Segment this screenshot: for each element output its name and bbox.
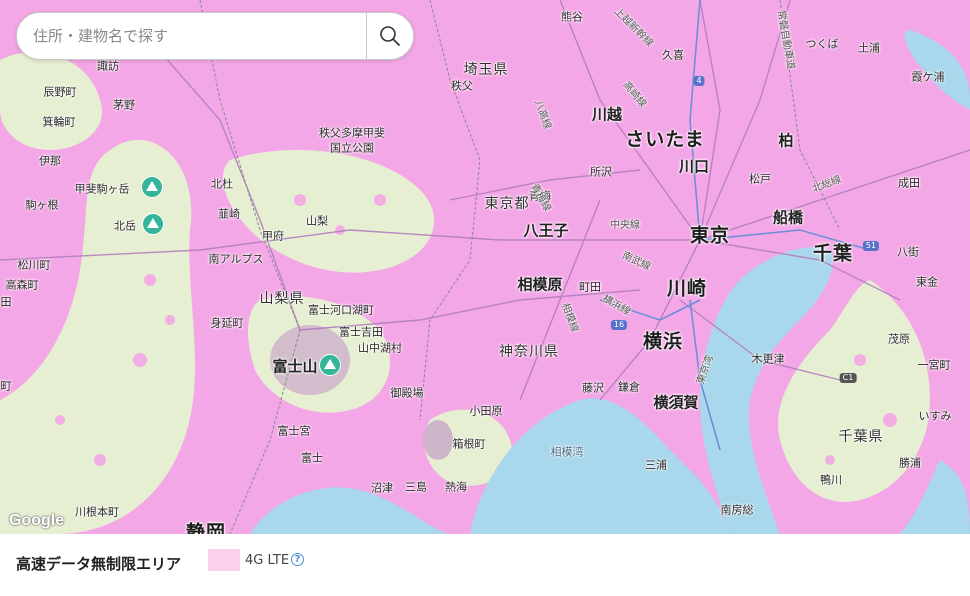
map-label-kitadake: 北岳 — [114, 219, 136, 233]
map-base — [0, 0, 970, 534]
map-label-sagamihara: 相模原 — [517, 275, 563, 294]
map-label-takamori: 高森町 — [5, 278, 39, 292]
map-label-kaikomagatake: 甲斐駒ヶ岳 — [74, 182, 130, 196]
map-label-fuji: 富士 — [301, 451, 323, 465]
map-label-nirasaki: 韮崎 — [218, 207, 240, 221]
route-shield-51: 51 — [862, 241, 880, 251]
map-label-funabashi: 船橋 — [772, 208, 804, 227]
map-label-suwa: 諏訪 — [97, 59, 119, 73]
map-label-hokuto: 北杜 — [211, 177, 233, 191]
mountain-icon[interactable] — [141, 176, 163, 198]
route-shield-c1: C1 — [839, 373, 857, 383]
map-label-komagane: 駒ヶ根 — [25, 198, 59, 212]
map-label-chiba: 千葉 — [812, 242, 854, 265]
map-label-tokyo-to: 東京都 — [484, 196, 530, 212]
search-bar — [16, 12, 414, 60]
map-label-chiba-pref: 千葉県 — [838, 429, 884, 445]
map-label-kawaguchi: 川口 — [678, 157, 710, 176]
map-label-fujisawa: 藤沢 — [582, 381, 604, 395]
map-label-kamakura: 鎌倉 — [618, 380, 640, 394]
map-label-atami: 熱海 — [445, 480, 467, 494]
map-label-chichibu-park: 秩父多摩甲斐 — [319, 126, 385, 140]
map-label-ina: 伊那 — [39, 154, 61, 168]
mountain-icon[interactable] — [142, 213, 164, 235]
coverage-map[interactable]: 埼玉県 秩父 東京都 神奈川県 山梨県 千葉県 静岡 さいたま 東京 千葉 川崎… — [0, 0, 970, 534]
map-label-tokyo: 東京 — [689, 224, 731, 247]
map-label-katsuura: 勝浦 — [899, 456, 921, 470]
map-label-tsuchiura: 土浦 — [858, 41, 880, 55]
map-label-chichibu-park2: 国立公園 — [330, 141, 374, 155]
map-label-tatsuno: 辰野町 — [43, 85, 77, 99]
map-label-kuki: 久喜 — [662, 48, 684, 62]
map-label-sagami-bay: 相模湾 — [550, 445, 584, 459]
map-label-ji: 田 — [0, 295, 12, 309]
map-label-saitama-city: さいたま — [625, 128, 705, 151]
map-label-tokorozawa: 所沢 — [590, 165, 612, 179]
map-label-kawagoe: 川越 — [591, 105, 623, 124]
legend-title: 高速データ無制限エリア — [16, 555, 182, 573]
map-label-kawanehon: 川根本町 — [75, 505, 119, 519]
map-label-matsukawa: 松川町 — [17, 258, 51, 272]
map-label-machida: 町田 — [579, 280, 601, 294]
mountain-icon[interactable] — [319, 354, 341, 376]
rail-label-chuo: 中央線 — [610, 220, 640, 231]
map-label-mobara: 茂原 — [888, 332, 910, 346]
map-label-minobu: 身延町 — [210, 316, 244, 330]
map-label-mt-fuji: 富士山 — [272, 357, 318, 376]
map-label-hachioji: 八王子 — [523, 221, 569, 240]
map-label-gotemba: 御殿場 — [390, 386, 424, 400]
map-label-yachimata: 八街 — [897, 245, 919, 259]
map-label-minami-alps: 南アルプス — [208, 252, 264, 266]
search-button[interactable] — [367, 13, 413, 59]
map-label-shizuoka: 静岡 — [185, 521, 227, 534]
map-label-minamiboso: 南房総 — [720, 503, 754, 517]
map-label-yamanashi-pref: 山梨県 — [259, 291, 305, 307]
map-label-mishima: 三島 — [405, 480, 427, 494]
legend-label-4g-lte: 4G LTE — [245, 553, 290, 568]
map-label-yamanashi: 山梨 — [306, 214, 328, 228]
map-label-kanagawa-pref: 神奈川県 — [499, 344, 559, 360]
map-label-kashiwa: 柏 — [778, 131, 794, 150]
map-label-matsudo: 松戸 — [749, 172, 771, 186]
help-icon[interactable]: ? — [291, 553, 304, 566]
map-label-togane: 東金 — [916, 275, 938, 289]
map-label-saitama-pref: 埼玉県 — [463, 62, 509, 78]
search-icon — [380, 26, 400, 46]
map-label-yokosuka: 横須賀 — [653, 393, 699, 412]
map-label-kamogawa: 鴨川 — [820, 473, 842, 487]
map-label-chichibu: 秩父 — [451, 79, 473, 93]
map-label-kasumigaura: 霞ケ浦 — [911, 70, 945, 84]
map-label-kisarazu: 木更津 — [751, 352, 785, 366]
map-label-ichinomiya: 一宮町 — [917, 358, 951, 372]
map-label-fujiyoshida: 富士吉田 — [339, 325, 383, 339]
map-label-numazu: 沼津 — [371, 481, 393, 495]
map-label-kawasaki: 川崎 — [666, 277, 708, 300]
map-label-isumi: いすみ — [918, 409, 952, 423]
legend-swatch-4g-lte — [208, 549, 240, 571]
map-label-yokohama: 横浜 — [642, 330, 684, 353]
map-label-chino: 茅野 — [113, 98, 135, 112]
map-label-odawara: 小田原 — [469, 404, 503, 418]
map-label-kumagaya: 熊谷 — [561, 10, 583, 24]
map-label-minowa: 箕輪町 — [42, 115, 76, 129]
map-label-yamanakako: 山中湖村 — [358, 341, 402, 355]
map-label-fujinomiya: 富士宮 — [277, 424, 311, 438]
map-label-tsukuba: つくば — [805, 37, 839, 51]
map-label-kofu: 甲府 — [262, 229, 284, 243]
google-logo: Google — [9, 512, 65, 529]
map-label-narita: 成田 — [898, 176, 920, 190]
search-input[interactable] — [17, 12, 366, 60]
map-label-machi: 町 — [0, 379, 12, 393]
map-label-hakone: 箱根町 — [452, 437, 486, 451]
map-label-fujikawaguchiko: 富士河口湖町 — [308, 303, 374, 317]
route-shield-16: 16 — [610, 320, 628, 330]
map-label-miura: 三浦 — [645, 458, 667, 472]
route-shield-4: 4 — [693, 76, 705, 86]
